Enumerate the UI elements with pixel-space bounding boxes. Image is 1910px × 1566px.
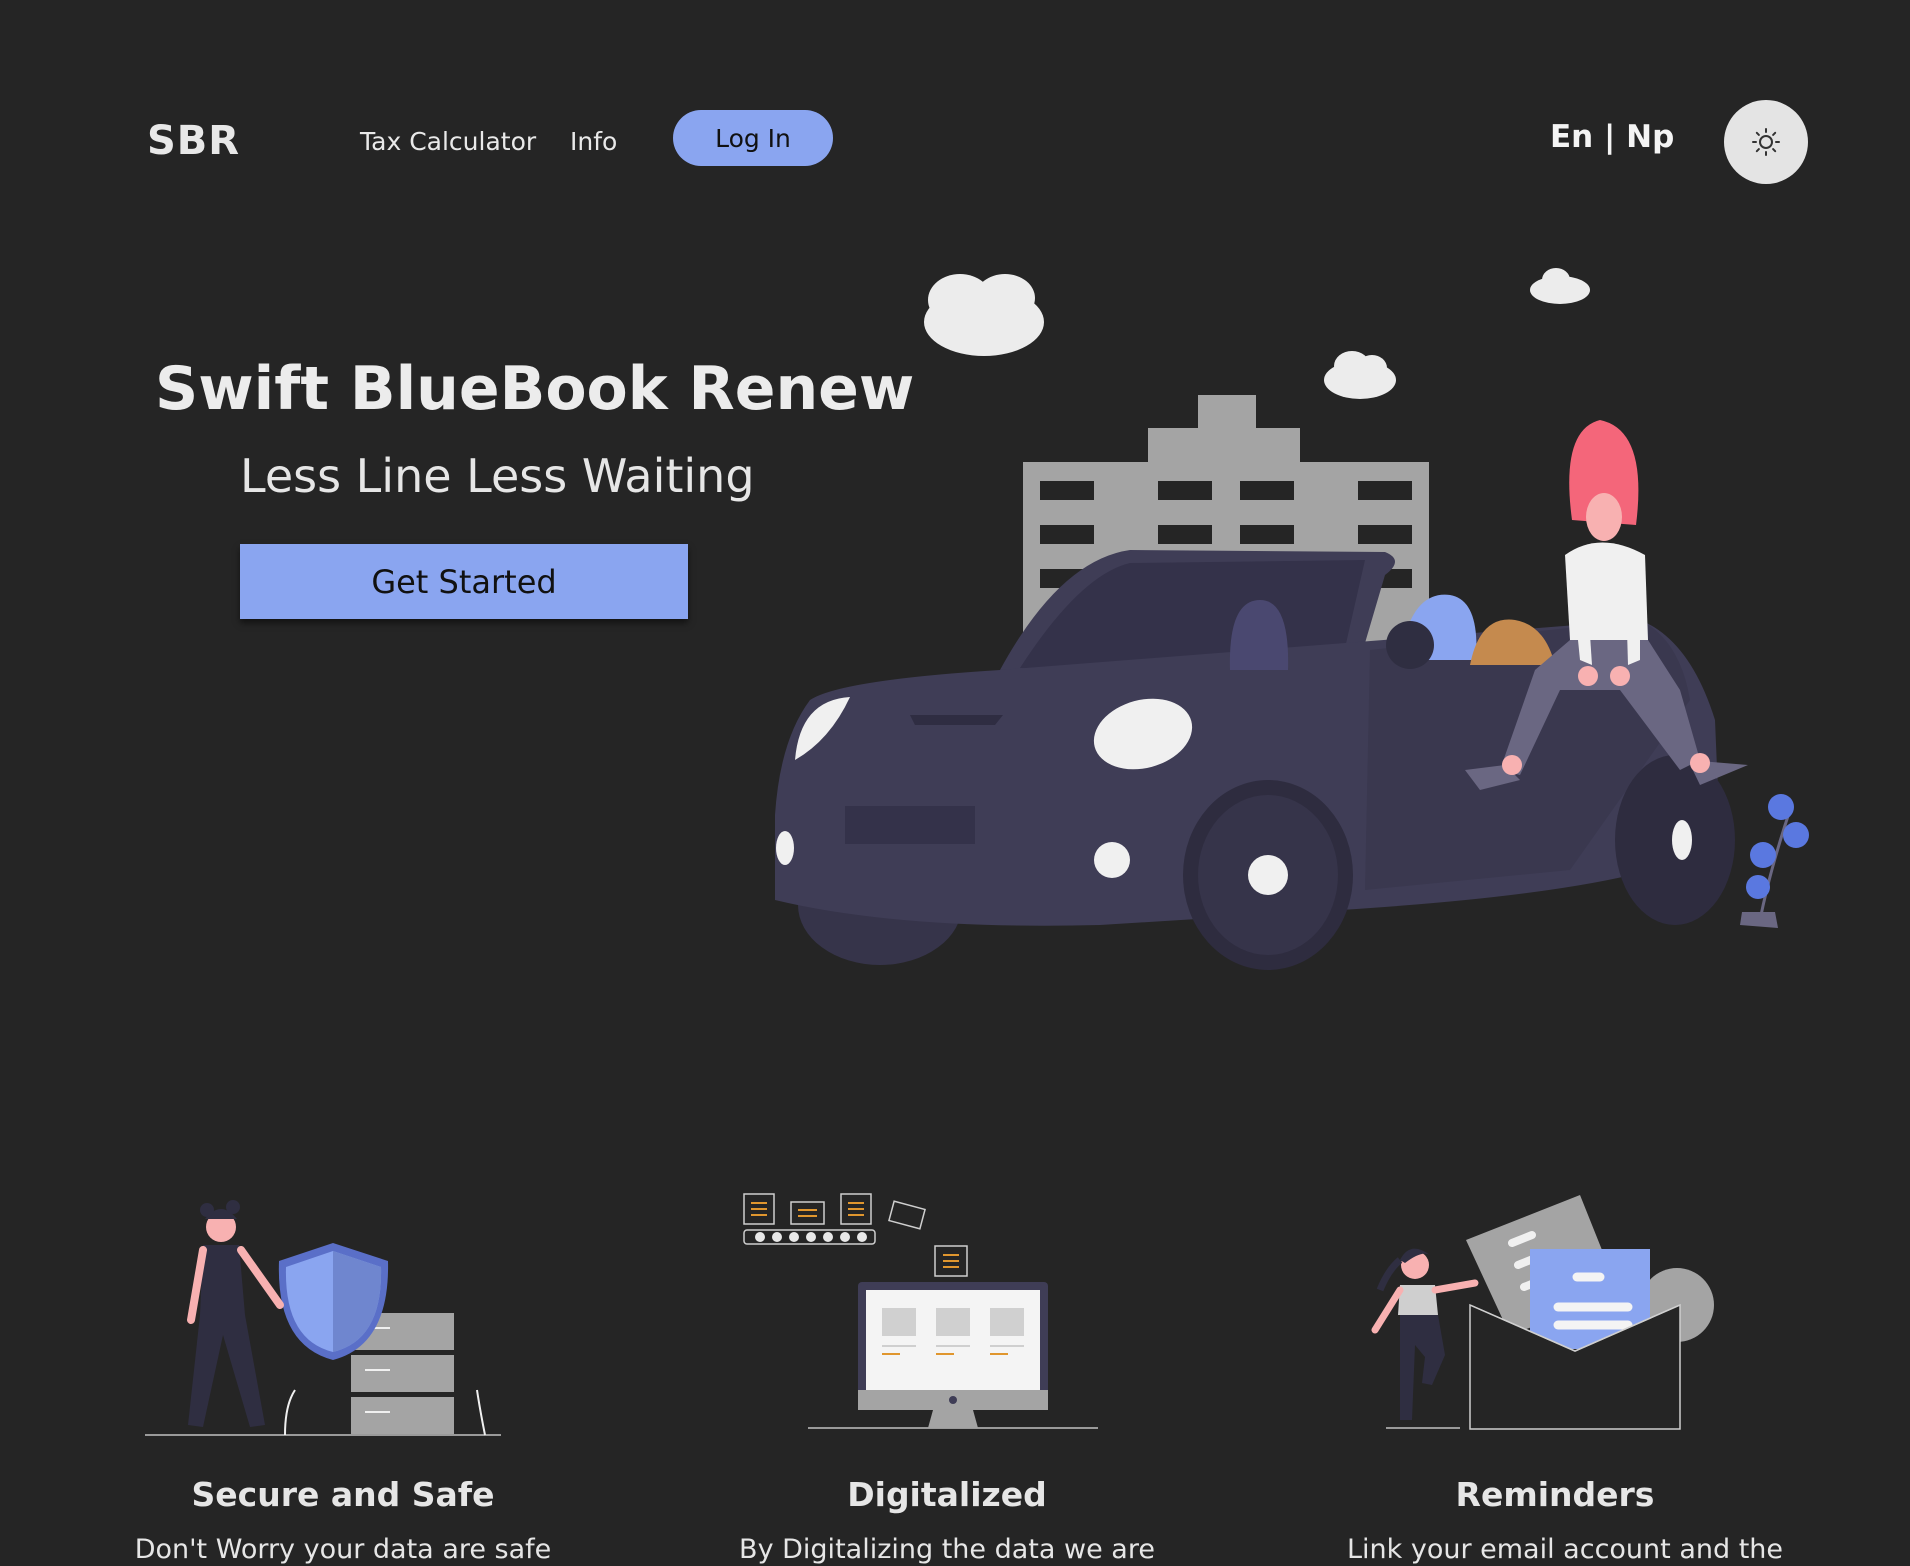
cloud-icon [1324,351,1396,399]
language-toggle[interactable]: En | Np [1550,119,1674,155]
feature-title-secure: Secure and Safe [191,1475,495,1514]
car-with-woman-illustration [775,268,1809,970]
login-button[interactable]: Log In [673,110,833,166]
envelope-illustration [1371,1195,1714,1430]
computer-documents-illustration [743,1193,1098,1429]
feature-text-digitalized: By Digitalizing the data we are [739,1534,1155,1565]
get-started-button[interactable]: Get Started [240,544,688,619]
hero-subtitle: Less Line Less Waiting [240,449,755,503]
nav-tax-calculator[interactable]: Tax Calculator [360,127,536,156]
feature-title-reminders: Reminders [1455,1475,1655,1514]
site-logo[interactable]: SBR [147,118,240,164]
cloud-icon [924,274,1044,356]
cloud-icon [1530,268,1590,304]
shield-server-illustration [145,1200,501,1436]
theme-toggle-button[interactable] [1724,100,1808,184]
nav-info[interactable]: Info [570,127,617,156]
sun-icon [1752,128,1780,156]
feature-text-reminders: Link your email account and the [1346,1534,1784,1565]
feature-title-digitalized: Digitalized [847,1475,1047,1514]
feature-text-secure: Don't Worry your data are safe [134,1534,552,1565]
plant-icon [1740,794,1809,928]
